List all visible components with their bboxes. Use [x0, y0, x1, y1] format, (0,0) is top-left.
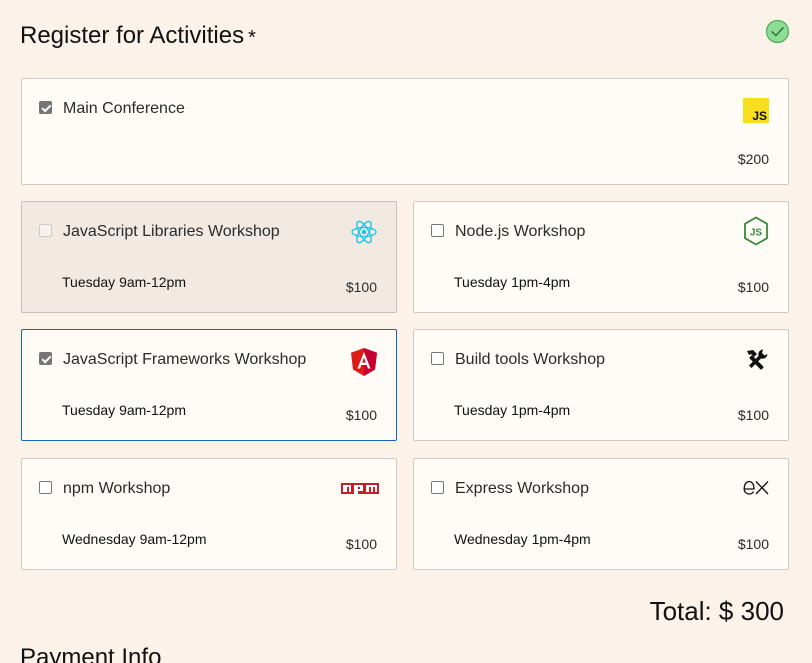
activity-name: JavaScript Frameworks Workshop — [63, 351, 307, 368]
activity-price: $100 — [737, 279, 769, 295]
nodejs-logo-icon: JS — [744, 216, 768, 246]
svg-text:JS: JS — [750, 228, 763, 239]
required-marker: * — [248, 27, 256, 49]
register-activities-form: Register for Activities * Main Conference… — [0, 0, 812, 663]
react-logo-icon — [351, 220, 377, 244]
activity-card-javascript-libraries[interactable]: JavaScript Libraries Workshop Tuesday 9a… — [21, 201, 397, 313]
activity-name: Build tools Workshop — [455, 351, 605, 368]
activity-card-nodejs[interactable]: Node.js Workshop JS Tuesday 1pm-4pm $100 — [413, 201, 789, 313]
activity-card-express[interactable]: Express Workshop Wednesday 1pm-4pm $100 — [413, 458, 789, 570]
activity-price: $100 — [345, 279, 377, 295]
activity-checkbox-javascript-frameworks[interactable] — [39, 352, 52, 365]
tools-icon — [747, 349, 768, 370]
activity-time: Tuesday 9am-12pm — [62, 402, 186, 418]
activity-time: Wednesday 1pm-4pm — [454, 531, 591, 547]
activity-price: $100 — [737, 536, 769, 552]
activity-checkbox-nodejs[interactable] — [431, 224, 444, 237]
activity-price: $100 — [345, 407, 377, 423]
activity-name: Express Workshop — [455, 480, 589, 497]
activity-checkbox-npm[interactable] — [39, 481, 52, 494]
activity-time: Tuesday 9am-12pm — [62, 274, 186, 290]
activity-price: $100 — [737, 407, 769, 423]
activity-card-javascript-frameworks[interactable]: JavaScript Frameworks Workshop Tuesday 9… — [21, 329, 397, 441]
activity-time: Wednesday 9am-12pm — [62, 531, 207, 547]
activity-time: Tuesday 1pm-4pm — [454, 402, 571, 418]
activity-checkbox-javascript-libraries[interactable] — [39, 224, 52, 237]
activity-checkbox-express[interactable] — [431, 481, 444, 494]
activity-card-build-tools[interactable]: Build tools Workshop Tuesday 1pm-4pm $10… — [413, 329, 789, 441]
total-cost: Total: $ 300 — [649, 596, 784, 626]
javascript-logo-icon: JS — [743, 98, 769, 123]
activity-card-main-conference[interactable]: Main Conference JS $200 — [21, 78, 789, 185]
activity-name: Node.js Workshop — [455, 223, 586, 240]
check-circle-icon — [765, 19, 790, 44]
activity-price: $100 — [345, 536, 377, 552]
activity-price: $200 — [737, 151, 769, 167]
express-logo-icon — [743, 480, 769, 495]
activity-time: Tuesday 1pm-4pm — [454, 274, 571, 290]
npm-logo-icon — [341, 483, 379, 494]
payment-info-heading: Payment Info — [20, 644, 162, 663]
activity-checkbox-main-conference[interactable] — [39, 101, 52, 114]
activity-name: JavaScript Libraries Workshop — [63, 223, 280, 240]
section-title: Register for Activities * — [20, 22, 256, 50]
activity-name: npm Workshop — [63, 480, 171, 497]
svg-text:JS: JS — [752, 109, 767, 123]
activity-name: Main Conference — [63, 100, 185, 117]
angular-logo-icon — [351, 348, 377, 376]
section-title-text: Register for Activities — [20, 22, 245, 49]
activity-card-npm[interactable]: npm Workshop Wednesday 9am-12pm $100 — [21, 458, 397, 570]
activity-checkbox-build-tools[interactable] — [431, 352, 444, 365]
